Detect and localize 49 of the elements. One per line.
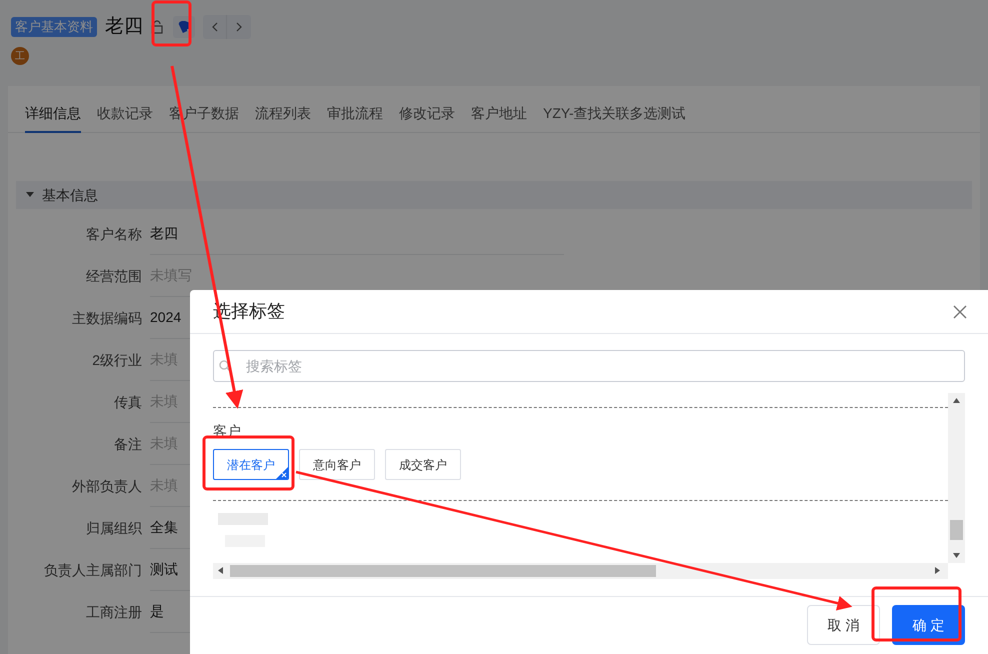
tag-option[interactable]: 潜在客户: [213, 449, 289, 480]
tab[interactable]: 修改记录: [399, 96, 455, 133]
section-header[interactable]: 基本信息: [16, 181, 972, 209]
field-value: 全集: [150, 518, 178, 537]
arrow-right-icon: [935, 567, 940, 574]
confirm-button[interactable]: 确 定: [892, 605, 965, 645]
search-icon: [219, 360, 231, 372]
close-button[interactable]: [952, 304, 968, 320]
field-label: 负责人主属部门: [43, 560, 143, 580]
tab[interactable]: 客户地址: [471, 96, 527, 133]
scrollbar-thumb[interactable]: [950, 520, 963, 540]
field-label: 主数据编码: [71, 308, 143, 328]
user-avatar: 工: [11, 47, 29, 65]
field-label: 经营范围: [85, 266, 143, 286]
field-label: 归属组织: [85, 518, 143, 538]
arrow-left-icon: [218, 567, 223, 574]
page-type-badge: 客户基本资料: [11, 17, 97, 37]
field-value: 2024: [150, 308, 182, 327]
search-field[interactable]: 搜索标签: [213, 350, 965, 382]
section-title: 基本信息: [42, 186, 98, 204]
horizontal-scrollbar[interactable]: [213, 563, 948, 579]
field-label: 备注: [113, 434, 143, 454]
field-label: 外部负责人: [71, 476, 143, 496]
scrollbar-thumb[interactable]: [230, 565, 656, 577]
field-label: 客户名称: [85, 224, 143, 244]
vertical-scrollbar[interactable]: [948, 393, 965, 563]
field-label: 工商注册: [85, 602, 143, 622]
arrow-down-icon: [953, 553, 960, 558]
tab[interactable]: YZY-查找关联多选测试: [543, 96, 686, 133]
chevron-left-icon: [212, 22, 218, 32]
tab[interactable]: 详细信息: [25, 96, 81, 133]
field-label: 传真: [113, 392, 143, 412]
highlight-box: [152, 0, 192, 46]
check-corner-icon: [276, 467, 288, 479]
field-value: 是: [150, 602, 164, 621]
cancel-button[interactable]: 取 消: [807, 605, 880, 645]
close-icon: [953, 304, 967, 318]
field-label: 2级行业: [91, 350, 143, 370]
field-value: 老四: [150, 224, 178, 243]
arrow-up-icon: [953, 398, 960, 403]
tab[interactable]: 流程列表: [255, 96, 311, 133]
tab[interactable]: 收款记录: [97, 96, 153, 133]
field-value: 测试: [150, 560, 178, 579]
tag-option[interactable]: 成交客户: [385, 449, 461, 480]
chevron-right-icon: [236, 22, 242, 32]
record-title: 老四: [105, 14, 143, 39]
tag-option[interactable]: 意向客户: [299, 449, 375, 480]
tab[interactable]: 审批流程: [327, 96, 383, 133]
tag-icon: [177, 21, 191, 33]
